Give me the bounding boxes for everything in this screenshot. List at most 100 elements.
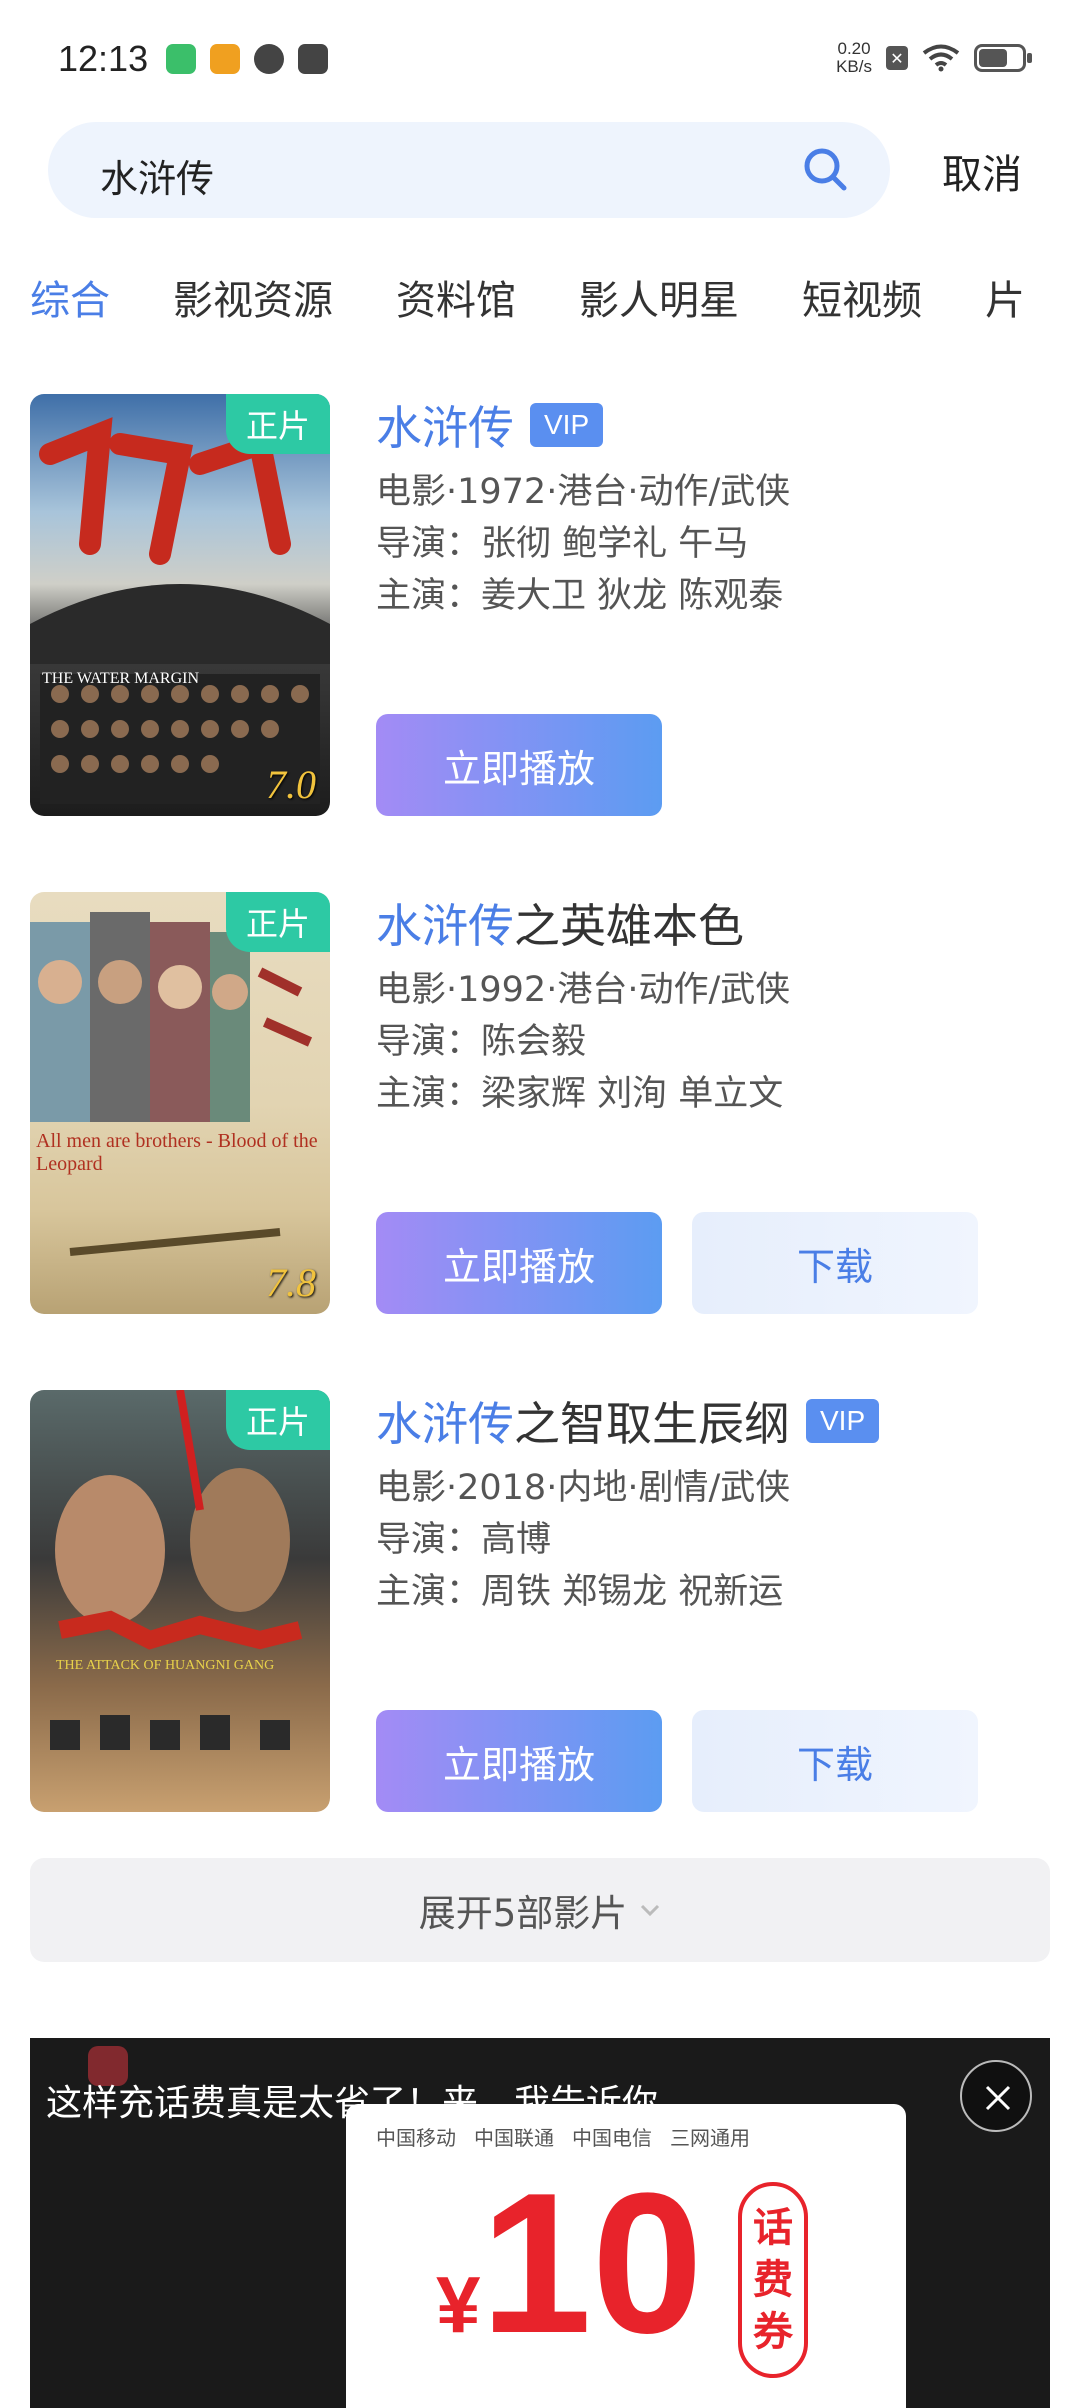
wifi-icon <box>922 44 960 72</box>
result-info: 水浒传 之智取生辰纲 VIP 电影·2018·内地·剧情/武侠 导演：高博 主演… <box>376 1390 1050 1618</box>
tab-more[interactable]: 片 <box>985 268 1025 326</box>
action-buttons: 立即播放 <box>376 714 662 816</box>
meta-info: 电影·1992·港台·动作/武侠 <box>376 970 791 1010</box>
poster-english-title: All men are brothers - Blood of the Leop… <box>36 1130 318 1175</box>
ad-price: ¥10 <box>436 2164 703 2364</box>
leaf-icon <box>254 44 284 74</box>
carrier-label: 三网通用 <box>670 2126 750 2150</box>
meta-cast: 主演：姜大卫 狄龙 陈观泰 <box>376 576 784 616</box>
cancel-button[interactable]: 取消 <box>942 142 1022 200</box>
result-card[interactable]: THE WATER MARGIN 正片 7.0 水浒传 VIP 电影·1972·… <box>30 394 1050 816</box>
tab-label: 综合 <box>30 278 110 324</box>
title-highlight: 水浒传 <box>376 1397 514 1451</box>
poster-art <box>30 912 313 1256</box>
poster-english-title: THE WATER MARGIN <box>42 670 200 687</box>
carrier-label: 中国电信 <box>572 2126 652 2150</box>
movie-poster[interactable]: THE ATTACK OF HUANGNI GANG 正片 <box>30 1390 330 1812</box>
ad-voucher-card: 中国移动 中国联通 中国电信 三网通用 ¥10 话 费 券 <box>346 2104 906 2408</box>
meta-director: 导演：张彻 鲍学礼 午马 <box>376 524 749 564</box>
ad-amount: 10 <box>480 2152 703 2375</box>
expand-label: 展开5部影片 <box>418 1892 628 1935</box>
meta-cast: 主演：周铁 郑锡龙 祝新运 <box>376 1572 784 1612</box>
meta-info: 电影·1972·港台·动作/武侠 <box>376 472 791 512</box>
ad-voucher-label: 话 费 券 <box>738 2182 808 2378</box>
download-button[interactable]: 下载 <box>692 1212 978 1314</box>
voucher-char: 费 <box>753 2257 793 2303</box>
tab-all[interactable]: 综合 <box>30 268 110 326</box>
meta-director: 导演：陈会毅 <box>376 1022 587 1062</box>
voucher-char: 券 <box>753 2309 793 2355</box>
result-info: 水浒传 之英雄本色 电影·1992·港台·动作/武侠 导演：陈会毅 主演：梁家辉… <box>376 892 1050 1120</box>
result-card[interactable]: All men are brothers - Blood of the Leop… <box>30 892 1050 1314</box>
title-rest: 之智取生辰纲 <box>514 1397 790 1451</box>
poster-art <box>30 417 330 804</box>
net-speed: 0.20 KB/s <box>836 40 872 76</box>
result-info: 水浒传 VIP 电影·1972·港台·动作/武侠 导演：张彻 鲍学礼 午马 主演… <box>376 394 1050 622</box>
meta-info: 电影·2018·内地·剧情/武侠 <box>376 1468 791 1508</box>
ad-carriers: 中国移动 中国联通 中国电信 三网通用 <box>376 2122 750 2151</box>
play-button[interactable]: 立即播放 <box>376 714 662 816</box>
tab-label: 影人明星 <box>579 278 739 324</box>
ad-banner[interactable]: 中国移动 中国联通 中国电信 三网通用 ¥10 话 费 券 这样充话费真是太省了… <box>30 2038 1050 2408</box>
result-meta: 电影·1992·港台·动作/武侠 导演：陈会毅 主演：梁家辉 刘洵 单立文 <box>376 964 1050 1120</box>
tab-library[interactable]: 资料馆 <box>396 268 516 326</box>
tab-short-video[interactable]: 短视频 <box>802 268 922 326</box>
message-icon <box>298 44 328 74</box>
meta-cast: 主演：梁家辉 刘洵 单立文 <box>376 1074 784 1114</box>
feature-tag: 正片 <box>226 892 330 952</box>
movie-poster[interactable]: All men are brothers - Blood of the Leop… <box>30 892 330 1314</box>
search-query: 水浒传 <box>100 157 215 201</box>
status-time: 12:13 <box>58 38 149 79</box>
title-rest: 之英雄本色 <box>514 899 744 953</box>
movie-poster[interactable]: THE WATER MARGIN 正片 7.0 <box>30 394 330 816</box>
rating: 7.0 <box>266 762 316 807</box>
status-right: 0.20 KB/s ✕ <box>836 40 1032 76</box>
tab-film-resources[interactable]: 影视资源 <box>173 268 333 326</box>
close-icon <box>985 2085 1011 2111</box>
feature-tag: 正片 <box>226 394 330 454</box>
carrier-label: 中国移动 <box>376 2126 456 2150</box>
battery-icon <box>974 44 1032 72</box>
tab-stars[interactable]: 影人明星 <box>579 268 739 326</box>
ad-currency: ¥ <box>436 2260 481 2349</box>
category-tabs: 综合 影视资源 资料馆 影人明星 短视频 片 <box>30 268 1080 326</box>
tab-label: 片 <box>985 278 1025 324</box>
ad-close-button[interactable] <box>960 2060 1032 2132</box>
chevron-down-icon <box>641 1904 660 1917</box>
result-card[interactable]: THE ATTACK OF HUANGNI GANG 正片 水浒传 之智取生辰纲… <box>30 1390 1050 1812</box>
result-meta: 电影·2018·内地·剧情/武侠 导演：高博 主演：周铁 郑锡龙 祝新运 <box>376 1462 1050 1618</box>
poster-english-title: THE ATTACK OF HUANGNI GANG <box>56 1658 275 1673</box>
carrier-label: 中国联通 <box>474 2126 554 2150</box>
search-input[interactable]: 水浒传 <box>48 122 890 218</box>
result-meta: 电影·1972·港台·动作/武侠 导演：张彻 鲍学礼 午马 主演：姜大卫 狄龙 … <box>376 466 1050 622</box>
expand-more-button[interactable]: 展开5部影片 <box>30 1858 1050 1962</box>
title-highlight: 水浒传 <box>376 899 514 953</box>
vip-badge: VIP <box>530 403 604 447</box>
action-buttons: 立即播放 下载 <box>376 1212 978 1314</box>
status-app-icons <box>166 44 328 74</box>
tab-label: 短视频 <box>802 278 922 324</box>
app-icon-1905 <box>210 44 240 74</box>
result-title[interactable]: 水浒传 之智取生辰纲 VIP <box>376 1390 1050 1452</box>
tab-label: 影视资源 <box>173 278 333 324</box>
feature-tag: 正片 <box>226 1390 330 1450</box>
result-title[interactable]: 水浒传 VIP <box>376 394 1050 456</box>
meta-director: 导演：高博 <box>376 1520 552 1560</box>
play-button[interactable]: 立即播放 <box>376 1710 662 1812</box>
net-speed-value: 0.20 <box>837 39 871 58</box>
download-button[interactable]: 下载 <box>692 1710 978 1812</box>
voucher-char: 话 <box>753 2205 793 2251</box>
action-buttons: 立即播放 下载 <box>376 1710 978 1812</box>
status-bar: 12:13 0.20 KB/s ✕ <box>0 0 1080 120</box>
result-title[interactable]: 水浒传 之英雄本色 <box>376 892 1050 954</box>
ad-text: 这样充话费真是太省了！来，我告诉你 <box>46 2083 659 2124</box>
poster-art <box>50 1390 303 1750</box>
play-button[interactable]: 立即播放 <box>376 1212 662 1314</box>
app-icon-green <box>166 44 196 74</box>
title-highlight: 水浒传 <box>376 401 514 455</box>
tab-label: 资料馆 <box>396 278 516 324</box>
vip-badge: VIP <box>806 1399 880 1443</box>
search-icon[interactable] <box>802 146 848 192</box>
sim-off-icon: ✕ <box>886 46 908 70</box>
rating: 7.8 <box>266 1260 316 1305</box>
